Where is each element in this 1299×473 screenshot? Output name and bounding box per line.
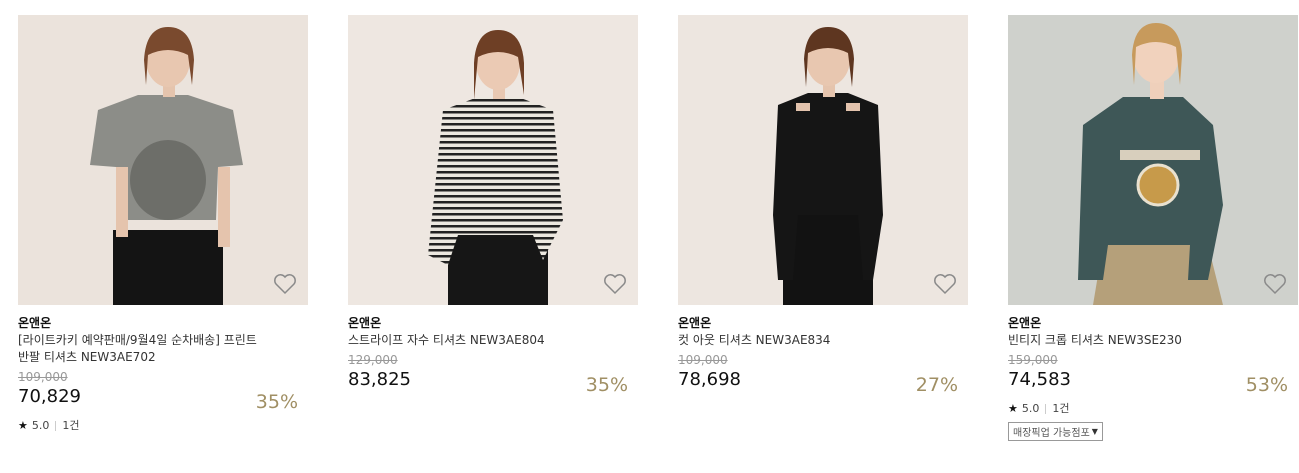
price-block: 129,000 83,825 35% <box>348 353 638 397</box>
product-grid: 온앤온 [라이트카키 예약판매/9월4일 순차배송] 프린트 반팔 티셔츠 NE… <box>0 0 1299 473</box>
rating-score: 5.0 <box>1021 402 1040 415</box>
star-icon: ★ <box>1008 402 1018 415</box>
divider <box>55 421 57 431</box>
product-title[interactable]: 컷 아웃 티셔츠 NEW3AE834 <box>678 332 928 349</box>
rating: ★ 5.0 1건 <box>1008 402 1298 416</box>
discount-rate: 35% <box>585 374 628 396</box>
price-block: 109,000 78,698 27% <box>678 353 968 397</box>
product-image[interactable] <box>1008 15 1298 305</box>
original-price: 129,000 <box>348 353 398 367</box>
store-pickup-label: 매장픽업 가능점포 <box>1013 428 1090 439</box>
rating: ★ 5.0 1건 <box>18 419 308 433</box>
discount-rate: 27% <box>915 374 958 396</box>
product-card[interactable]: 온앤온 컷 아웃 티셔츠 NEW3AE834 109,000 78,698 27… <box>678 15 968 397</box>
heart-outline-icon[interactable] <box>603 273 627 295</box>
price-block: 109,000 70,829 35% <box>18 370 308 414</box>
product-image[interactable] <box>678 15 968 305</box>
product-card[interactable]: 온앤온 빈티지 크롭 티셔츠 NEW3SE230 159,000 74,583 … <box>1008 15 1298 441</box>
brand-name: 온앤온 <box>18 316 52 330</box>
store-pickup-dropdown[interactable]: 매장픽업 가능점포 ▼ <box>1008 422 1103 441</box>
star-icon: ★ <box>18 419 28 432</box>
brand-name: 온앤온 <box>678 316 712 330</box>
divider <box>1045 404 1047 414</box>
brand-name: 온앤온 <box>348 316 382 330</box>
heart-outline-icon[interactable] <box>1263 273 1287 295</box>
model-photo <box>348 15 638 305</box>
rating-score: 5.0 <box>31 419 50 432</box>
product-title[interactable]: 스트라이프 자수 티셔츠 NEW3AE804 <box>348 332 598 349</box>
discount-rate: 35% <box>255 391 298 413</box>
product-image[interactable] <box>18 15 308 305</box>
caret-down-icon: ▼ <box>1091 427 1098 436</box>
price-block: 159,000 74,583 53% <box>1008 353 1298 397</box>
product-card[interactable]: 온앤온 스트라이프 자수 티셔츠 NEW3AE804 129,000 83,82… <box>348 15 638 397</box>
product-title[interactable]: [라이트카키 예약판매/9월4일 순차배송] 프린트 반팔 티셔츠 NEW3AE… <box>18 332 268 366</box>
original-price: 159,000 <box>1008 353 1058 367</box>
heart-outline-icon[interactable] <box>273 273 297 295</box>
product-image[interactable] <box>348 15 638 305</box>
model-photo <box>1008 15 1298 305</box>
original-price: 109,000 <box>678 353 728 367</box>
review-count: 1건 <box>62 419 80 432</box>
brand-name: 온앤온 <box>1008 316 1042 330</box>
model-photo <box>678 15 968 305</box>
model-photo <box>18 15 308 305</box>
product-title[interactable]: 빈티지 크롭 티셔츠 NEW3SE230 <box>1008 332 1258 349</box>
product-card[interactable]: 온앤온 [라이트카키 예약판매/9월4일 순차배송] 프린트 반팔 티셔츠 NE… <box>18 15 308 433</box>
discount-rate: 53% <box>1245 374 1288 396</box>
review-count: 1건 <box>1052 402 1070 415</box>
original-price: 109,000 <box>18 370 68 384</box>
heart-outline-icon[interactable] <box>933 273 957 295</box>
